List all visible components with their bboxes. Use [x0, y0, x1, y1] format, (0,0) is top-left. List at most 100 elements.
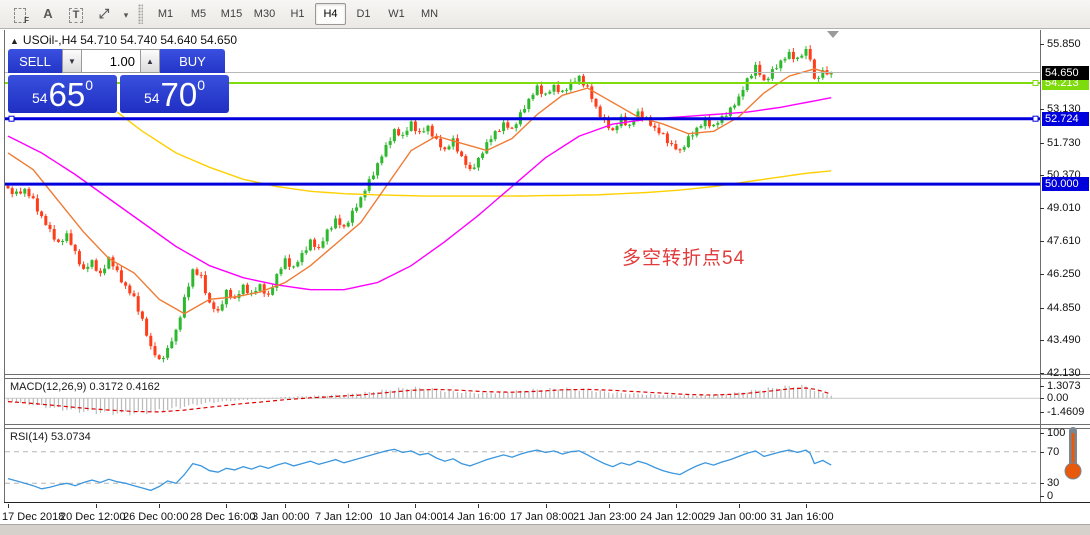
macd-histogram-bar	[305, 396, 307, 399]
hline-green-handle[interactable]	[1032, 80, 1039, 86]
price-axis-label: 42.130	[1047, 367, 1081, 379]
candle-body	[178, 317, 182, 330]
pane-separator[interactable]	[4, 424, 1090, 425]
candle-body	[455, 138, 459, 152]
macd-histogram-bar	[574, 389, 576, 399]
time-axis-label: 20 Dec 12:00	[60, 511, 126, 523]
time-axis-label: 21 Jan 23:00	[573, 511, 637, 523]
candle-body	[531, 94, 535, 99]
macd-histogram-bar	[196, 398, 198, 406]
candle-body	[338, 218, 342, 225]
macd-histogram-bar	[297, 396, 299, 399]
macd-histogram-bar	[477, 393, 480, 399]
candle-body	[329, 228, 333, 230]
candle-body	[6, 185, 10, 189]
macd-histogram-bar	[410, 389, 412, 399]
candle-body	[401, 134, 405, 136]
macd-histogram-bar	[414, 386, 417, 399]
macd-histogram-bar	[671, 395, 673, 399]
candle-body	[741, 90, 745, 97]
macd-histogram-bar	[637, 393, 639, 399]
candle-body	[724, 115, 728, 117]
hline-blue-upper-handle[interactable]	[1032, 115, 1039, 122]
candle-body	[502, 122, 506, 131]
candle-body	[464, 156, 468, 165]
candle-body	[749, 75, 753, 79]
time-axis-label: 26 Dec 00:00	[123, 511, 189, 523]
macd-histogram-bar	[629, 394, 631, 399]
sell-button[interactable]: SELL	[8, 49, 62, 73]
macd-histogram-bar	[528, 391, 530, 399]
volume-input[interactable]	[82, 49, 140, 73]
candle-body	[405, 130, 409, 135]
macd-histogram-bar	[49, 398, 51, 408]
candle-body	[791, 51, 795, 60]
macd-histogram-bar	[171, 398, 173, 409]
hline-blue-upper-handle[interactable]	[8, 115, 15, 122]
price-axis-label-tick	[1040, 241, 1044, 242]
chart-text-annotation[interactable]: 多空转折点54	[622, 243, 745, 270]
macd-histogram-bar	[188, 398, 190, 406]
rsi-axis-label: 0	[1047, 490, 1054, 502]
candle-body	[758, 64, 762, 75]
candle-body	[716, 122, 720, 125]
candle-body	[565, 89, 569, 91]
macd-histogram-bar	[784, 385, 786, 399]
thermometer-icon	[1060, 425, 1086, 481]
macd-histogram-bar	[473, 393, 475, 399]
candle-body	[745, 78, 749, 91]
macd-histogram-bar	[356, 393, 358, 399]
sell-price-box[interactable]: 54 65 0	[8, 75, 117, 113]
sell-price-main: 65	[48, 76, 86, 113]
candle-body	[779, 60, 783, 69]
pane-separator[interactable]	[4, 378, 1090, 379]
chart-expand-icon[interactable]: ▲	[10, 36, 19, 46]
buy-price-box[interactable]: 54 70 0	[120, 75, 229, 113]
scroll-position-marker-icon[interactable]	[827, 31, 839, 38]
candle-body	[476, 157, 480, 168]
candle-body	[430, 125, 434, 137]
candle-body	[590, 86, 594, 99]
pane-separator[interactable]	[4, 374, 1090, 375]
macd-histogram-bar	[616, 392, 618, 399]
time-axis-label: 31 Jan 16:00	[770, 511, 834, 523]
pane-separator[interactable]	[4, 428, 1090, 429]
macd-histogram-bar	[20, 398, 22, 403]
macd-histogram-bar	[469, 392, 471, 399]
candle-body	[388, 141, 392, 145]
macd-histogram-bar	[482, 392, 484, 399]
macd-histogram-bar	[91, 398, 93, 410]
candle-body	[346, 222, 350, 227]
hline-blue-lower-price-badge: 50.000	[1042, 177, 1089, 191]
macd-histogram-bar	[494, 393, 496, 399]
macd-axis-label: 1.3073	[1047, 380, 1081, 392]
buy-button[interactable]: BUY	[160, 49, 225, 73]
candle-body	[384, 145, 388, 157]
candle-body	[737, 96, 741, 106]
candle-body	[665, 133, 669, 144]
candle-body	[14, 191, 18, 194]
candle-body	[615, 126, 619, 131]
macd-histogram-bar	[750, 390, 753, 399]
macd-histogram-bar	[599, 390, 601, 399]
macd-histogram-bar	[490, 393, 492, 399]
time-axis-tick	[96, 504, 97, 508]
candle-body	[321, 241, 325, 248]
buy-price-prefix: 54	[143, 90, 160, 106]
volume-increase-button[interactable]: ▲	[140, 49, 160, 73]
candle-body	[376, 163, 380, 176]
candle-body	[472, 167, 476, 169]
candle-body	[670, 143, 674, 145]
candle-body	[485, 142, 489, 154]
macd-histogram-bar	[465, 391, 467, 399]
volume-decrease-button[interactable]: ▼	[62, 49, 82, 73]
rsi-axis-label: 70	[1047, 446, 1060, 458]
macd-histogram-bar	[662, 395, 664, 399]
candle-body	[23, 188, 27, 194]
candle-body	[136, 296, 140, 312]
candle-body	[61, 241, 65, 242]
macd-histogram-bar	[633, 393, 635, 399]
macd-histogram-bar	[175, 398, 177, 407]
candle-body	[691, 135, 695, 137]
macd-histogram-bar	[246, 398, 249, 400]
